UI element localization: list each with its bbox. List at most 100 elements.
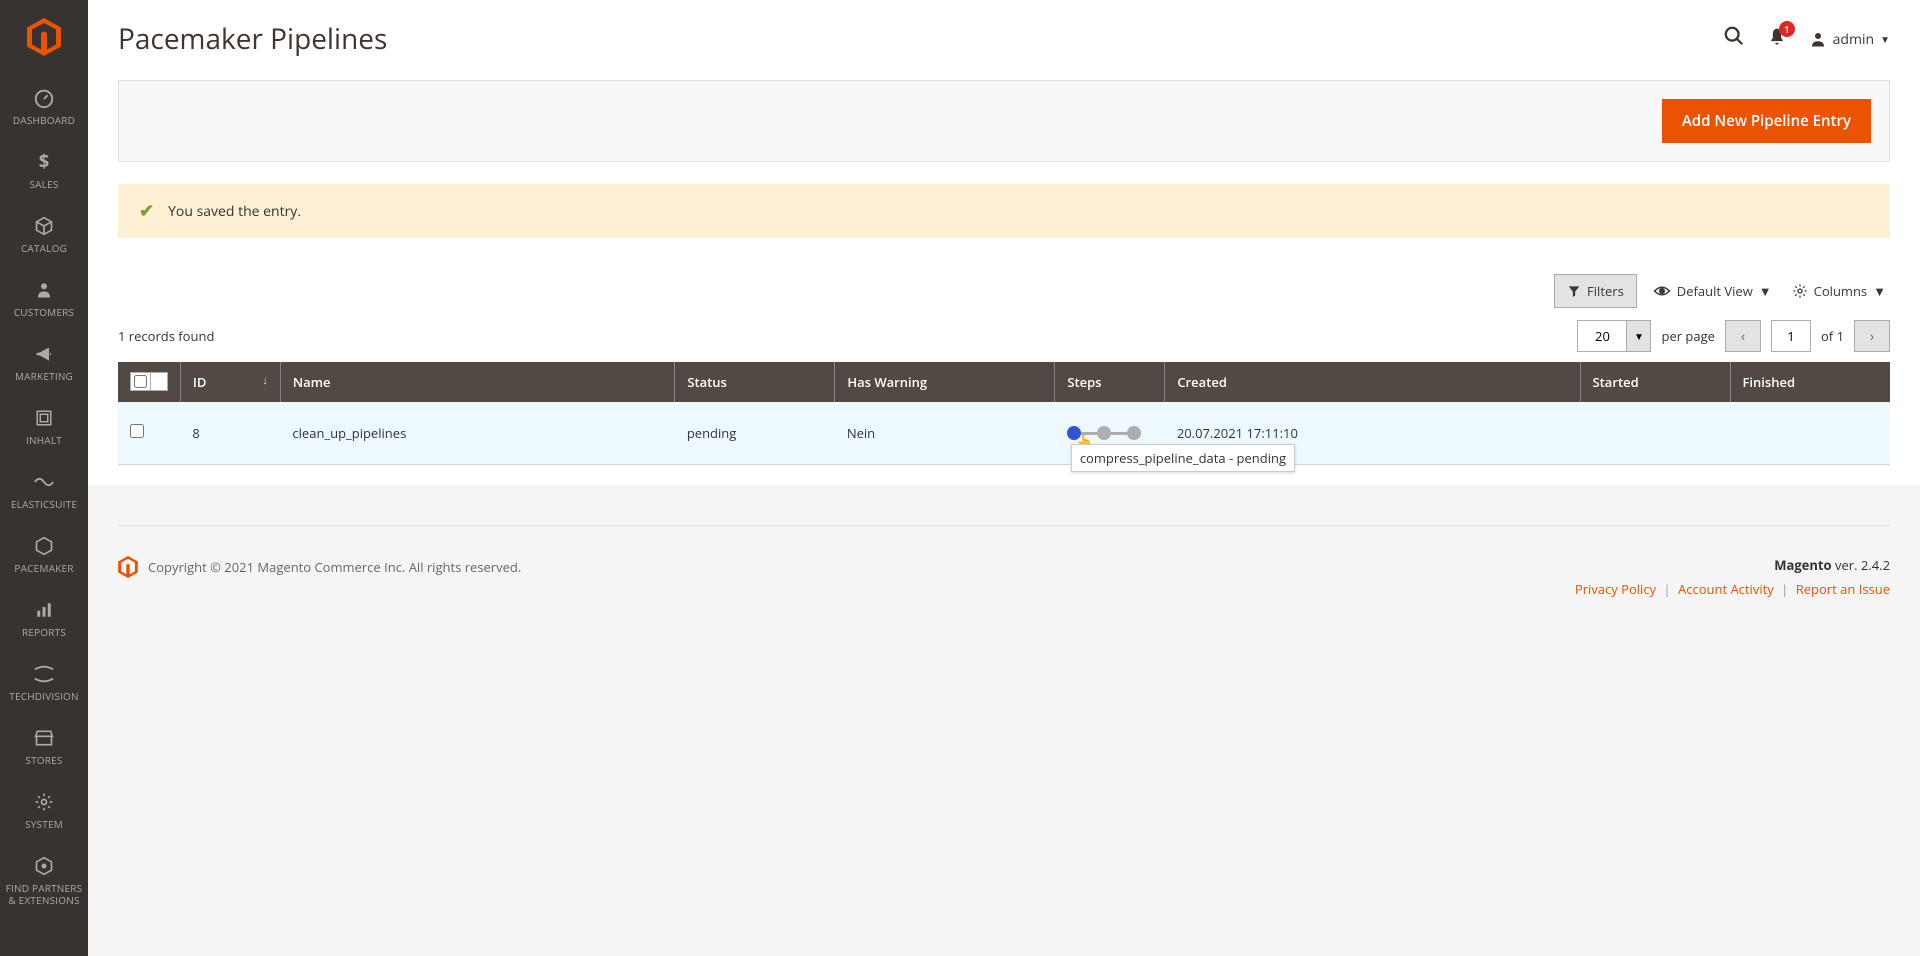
sidebar-item-catalog[interactable]: CATALOG bbox=[0, 202, 88, 266]
row-checkbox[interactable] bbox=[130, 424, 144, 438]
page-title: Pacemaker Pipelines bbox=[118, 20, 387, 58]
col-steps[interactable]: Steps bbox=[1055, 362, 1165, 402]
step-dot-2[interactable] bbox=[1097, 426, 1111, 440]
sidebar-item-reports[interactable]: REPORTS bbox=[0, 586, 88, 650]
person-icon bbox=[35, 278, 53, 302]
blocks-icon bbox=[35, 406, 53, 430]
elastic-icon bbox=[33, 470, 55, 494]
col-has-warning[interactable]: Has Warning bbox=[835, 362, 1055, 402]
sidebar-label: INHALT bbox=[26, 434, 62, 446]
page-footer: Copyright © 2021 Magento Commerce Inc. A… bbox=[118, 525, 1890, 598]
step-tooltip: compress_pipeline_data - pending bbox=[1071, 444, 1295, 472]
table-row[interactable]: 8 clean_up_pipelines pending Nein 👆 comp… bbox=[118, 402, 1890, 465]
row-select-cell bbox=[118, 402, 180, 465]
chart-icon bbox=[35, 598, 53, 622]
sidebar-label: MARKETING bbox=[15, 370, 73, 382]
default-view-button[interactable]: Default View ▼ bbox=[1649, 274, 1776, 308]
step-line bbox=[1081, 432, 1097, 435]
add-new-pipeline-button[interactable]: Add New Pipeline Entry bbox=[1662, 99, 1871, 143]
row-has-warning: Nein bbox=[835, 402, 1055, 465]
admin-sidebar: DASHBOARD $ SALES CATALOG CUSTOMERS MARK… bbox=[0, 0, 88, 956]
col-select[interactable]: ▼ bbox=[118, 362, 180, 402]
row-steps: 👆 compress_pipeline_data - pending bbox=[1055, 402, 1165, 465]
row-started bbox=[1580, 402, 1730, 465]
search-icon[interactable] bbox=[1723, 25, 1745, 53]
sidebar-item-partners[interactable]: FIND PARTNERS & EXTENSIONS bbox=[0, 842, 88, 918]
prev-page-button[interactable]: ‹ bbox=[1725, 320, 1761, 352]
admin-username: admin bbox=[1833, 30, 1874, 49]
main-content: Pacemaker Pipelines 1 admin ▼ Add New Pi… bbox=[88, 0, 1920, 956]
stores-icon bbox=[34, 726, 54, 750]
sidebar-item-marketing[interactable]: MARKETING bbox=[0, 330, 88, 394]
sidebar-label: CATALOG bbox=[21, 242, 67, 254]
row-id: 8 bbox=[180, 402, 280, 465]
funnel-icon bbox=[1567, 284, 1581, 298]
grid-toolbar-top: Filters Default View ▼ Columns ▼ bbox=[118, 274, 1890, 308]
gear-icon bbox=[1792, 283, 1808, 299]
sidebar-label: PACEMAKER bbox=[14, 562, 73, 574]
col-created[interactable]: Created bbox=[1165, 362, 1580, 402]
sidebar-item-inhalt[interactable]: INHALT bbox=[0, 394, 88, 458]
eye-icon bbox=[1653, 284, 1671, 298]
page-size-input[interactable] bbox=[1577, 320, 1627, 352]
step-dot-1[interactable] bbox=[1067, 426, 1081, 440]
admin-user-menu[interactable]: admin ▼ bbox=[1809, 30, 1890, 49]
col-status[interactable]: Status bbox=[675, 362, 835, 402]
columns-button[interactable]: Columns ▼ bbox=[1788, 274, 1890, 308]
sidebar-item-techdivision[interactable]: TECHDIVISION bbox=[0, 650, 88, 714]
privacy-policy-link[interactable]: Privacy Policy bbox=[1575, 580, 1656, 598]
account-activity-link[interactable]: Account Activity bbox=[1678, 580, 1774, 598]
copyright-text: Copyright © 2021 Magento Commerce Inc. A… bbox=[148, 558, 521, 576]
select-all-checkbox[interactable]: ▼ bbox=[130, 372, 168, 391]
svg-text:$: $ bbox=[39, 152, 49, 172]
page-size-dropdown[interactable]: ▼ bbox=[1627, 320, 1651, 352]
sidebar-item-pacemaker[interactable]: PACEMAKER bbox=[0, 522, 88, 586]
next-page-button[interactable]: › bbox=[1854, 320, 1890, 352]
report-issue-link[interactable]: Report an Issue bbox=[1796, 580, 1890, 598]
col-started[interactable]: Started bbox=[1580, 362, 1730, 402]
steps-indicator[interactable]: 👆 compress_pipeline_data - pending bbox=[1067, 426, 1153, 440]
magento-logo[interactable] bbox=[0, 0, 88, 74]
sidebar-item-customers[interactable]: CUSTOMERS bbox=[0, 266, 88, 330]
sidebar-item-elasticsuite[interactable]: ELASTICSUITE bbox=[0, 458, 88, 522]
page-total-label: of 1 bbox=[1821, 327, 1844, 345]
megaphone-icon bbox=[34, 342, 54, 366]
success-text: You saved the entry. bbox=[168, 202, 301, 221]
page-input[interactable] bbox=[1771, 320, 1811, 352]
success-message: ✔ You saved the entry. bbox=[118, 184, 1890, 238]
row-name: clean_up_pipelines bbox=[280, 402, 674, 465]
default-view-label: Default View bbox=[1677, 282, 1753, 300]
pipelines-grid: ▼ ID↓ Name Status Has Warning Steps Crea… bbox=[118, 362, 1890, 465]
sidebar-label: FIND PARTNERS & EXTENSIONS bbox=[4, 882, 84, 906]
sidebar-item-stores[interactable]: STORES bbox=[0, 714, 88, 778]
pagination: ▼ per page ‹ of 1 › bbox=[1577, 320, 1890, 352]
select-dropdown-icon[interactable]: ▼ bbox=[150, 373, 167, 390]
sidebar-item-dashboard[interactable]: DASHBOARD bbox=[0, 74, 88, 138]
sidebar-label: REPORTS bbox=[22, 626, 66, 638]
col-name[interactable]: Name bbox=[280, 362, 674, 402]
sidebar-label: ELASTICSUITE bbox=[11, 498, 77, 510]
footer-version: Magento ver. 2.4.2 bbox=[1575, 556, 1890, 574]
dashboard-icon bbox=[33, 86, 55, 110]
header-actions: 1 admin ▼ bbox=[1723, 25, 1890, 53]
col-finished[interactable]: Finished bbox=[1730, 362, 1890, 402]
sidebar-item-system[interactable]: SYSTEM bbox=[0, 778, 88, 842]
grid-toolbar-bottom: 1 records found ▼ per page ‹ of 1 › bbox=[118, 320, 1890, 352]
col-id[interactable]: ID↓ bbox=[180, 362, 280, 402]
columns-label: Columns bbox=[1814, 282, 1867, 300]
notifications-button[interactable]: 1 bbox=[1767, 27, 1787, 52]
filters-label: Filters bbox=[1587, 282, 1624, 300]
row-status: pending bbox=[675, 402, 835, 465]
gear-icon bbox=[34, 790, 54, 814]
step-dot-3[interactable] bbox=[1127, 426, 1141, 440]
sidebar-item-sales[interactable]: $ SALES bbox=[0, 138, 88, 202]
sidebar-label: STORES bbox=[25, 754, 62, 766]
step-line bbox=[1111, 432, 1127, 435]
filters-button[interactable]: Filters bbox=[1554, 274, 1637, 308]
page-header: Pacemaker Pipelines 1 admin ▼ bbox=[88, 0, 1920, 58]
hex-icon bbox=[34, 534, 54, 558]
caret-down-icon: ▼ bbox=[1759, 282, 1772, 300]
puzzle-icon bbox=[34, 854, 54, 878]
notif-badge: 1 bbox=[1779, 21, 1795, 37]
row-finished bbox=[1730, 402, 1890, 465]
